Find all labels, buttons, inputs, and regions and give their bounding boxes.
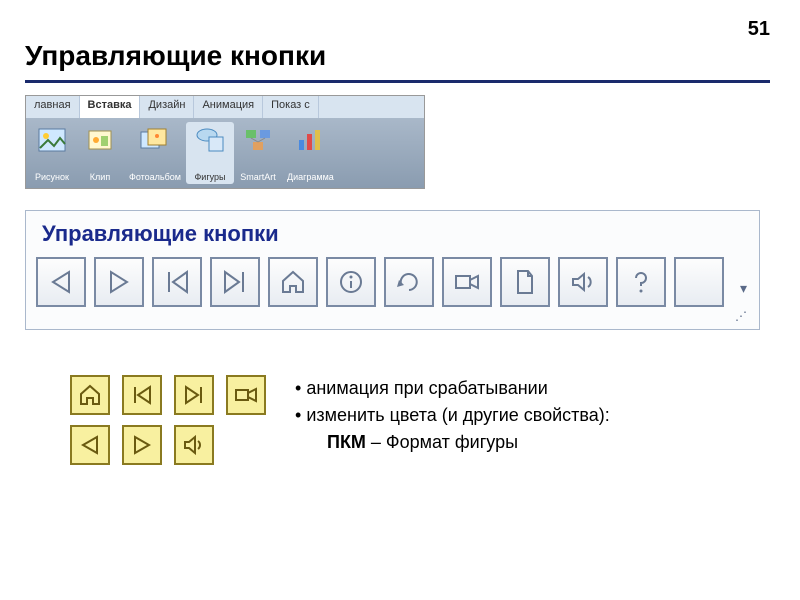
bar-triangle-left-icon — [163, 268, 191, 296]
note-line-3-rest: – Формат фигуры — [366, 432, 518, 452]
clip-icon — [84, 124, 116, 156]
ribbon-chart[interactable]: Диаграмма — [282, 122, 339, 184]
action-first-button[interactable] — [152, 257, 202, 307]
ribbon-smartart[interactable]: SmartArt — [234, 122, 282, 184]
triangle-left-icon — [78, 433, 102, 457]
ribbon-screenshot: лавная Вставка Дизайн Анимация Показ с Р… — [25, 95, 425, 189]
tab-animation[interactable]: Анимация — [194, 96, 263, 118]
triangle-left-icon — [47, 268, 75, 296]
sound-icon — [182, 433, 206, 457]
ybtn-back[interactable] — [70, 425, 110, 465]
help-icon — [627, 268, 655, 296]
video-icon — [234, 383, 258, 407]
panel-title: Управляющие кнопки — [42, 221, 749, 247]
bar-triangle-left-icon — [130, 383, 154, 407]
triangle-right-bar-icon — [221, 268, 249, 296]
ribbon-shapes[interactable]: Фигуры — [186, 122, 234, 184]
resize-grip-icon[interactable]: ⋰ — [36, 307, 749, 323]
info-icon — [337, 268, 365, 296]
action-last-button[interactable] — [210, 257, 260, 307]
dropdown-arrow-icon[interactable]: ▾ — [740, 280, 747, 307]
ribbon-album-label: Фотоальбом — [129, 172, 181, 182]
action-video-button[interactable] — [442, 257, 492, 307]
ybtn-forward[interactable] — [122, 425, 162, 465]
page-number: 51 — [748, 18, 770, 41]
ribbon-clip[interactable]: Клип — [76, 122, 124, 184]
tab-home[interactable]: лавная — [26, 96, 80, 118]
notes-block: • анимация при срабатывании • изменить ц… — [295, 375, 610, 456]
ribbon-shapes-label: Фигуры — [194, 172, 225, 182]
yellow-button-group — [70, 375, 266, 465]
triangle-right-bar-icon — [182, 383, 206, 407]
picture-icon — [36, 124, 68, 156]
note-line-1-text: анимация при срабатывании — [306, 378, 547, 398]
ribbon-tabs: лавная Вставка Дизайн Анимация Показ с — [26, 96, 424, 118]
ribbon-album[interactable]: Фотоальбом — [124, 122, 186, 184]
ribbon-clip-label: Клип — [90, 172, 110, 182]
ybtn-first[interactable] — [122, 375, 162, 415]
album-icon — [139, 124, 171, 156]
ribbon-picture-label: Рисунок — [35, 172, 69, 182]
ybtn-last[interactable] — [174, 375, 214, 415]
note-line-3-bold: ПКМ — [327, 432, 366, 452]
action-blank-button[interactable] — [674, 257, 724, 307]
action-info-button[interactable] — [326, 257, 376, 307]
ribbon-body: Рисунок Клип Фотоальбом Фигуры SmartArt — [26, 118, 424, 188]
smartart-icon — [242, 124, 274, 156]
tab-insert[interactable]: Вставка — [80, 96, 141, 118]
chart-icon — [294, 124, 326, 156]
sound-icon — [569, 268, 597, 296]
action-home-button[interactable] — [268, 257, 318, 307]
panel-row: ▾ — [36, 257, 749, 307]
triangle-right-icon — [130, 433, 154, 457]
ybtn-sound[interactable] — [174, 425, 214, 465]
action-back-button[interactable] — [36, 257, 86, 307]
note-line-2: • изменить цвета (и другие свойства): — [295, 402, 610, 429]
ribbon-picture[interactable]: Рисунок — [28, 122, 76, 184]
shapes-icon — [194, 124, 226, 156]
action-sound-button[interactable] — [558, 257, 608, 307]
ribbon-chart-label: Диаграмма — [287, 172, 334, 182]
note-line-1: • анимация при срабатывании — [295, 375, 610, 402]
triangle-right-icon — [105, 268, 133, 296]
action-document-button[interactable] — [500, 257, 550, 307]
title-underline — [25, 80, 770, 83]
note-line-3: ПКМ – Формат фигуры — [295, 429, 610, 456]
action-help-button[interactable] — [616, 257, 666, 307]
action-forward-button[interactable] — [94, 257, 144, 307]
action-buttons-panel: Управляющие кнопки ▾ ⋰ — [25, 210, 760, 330]
ybtn-video[interactable] — [226, 375, 266, 415]
home-icon — [279, 268, 307, 296]
action-return-button[interactable] — [384, 257, 434, 307]
document-icon — [511, 268, 539, 296]
video-icon — [453, 268, 481, 296]
ribbon-smartart-label: SmartArt — [240, 172, 276, 182]
tab-design[interactable]: Дизайн — [140, 96, 194, 118]
return-icon — [395, 268, 423, 296]
tab-slideshow[interactable]: Показ с — [263, 96, 319, 118]
page-title: Управляющие кнопки — [25, 40, 326, 72]
home-icon — [78, 383, 102, 407]
ybtn-home[interactable] — [70, 375, 110, 415]
note-line-2-text: изменить цвета (и другие свойства): — [306, 405, 609, 425]
